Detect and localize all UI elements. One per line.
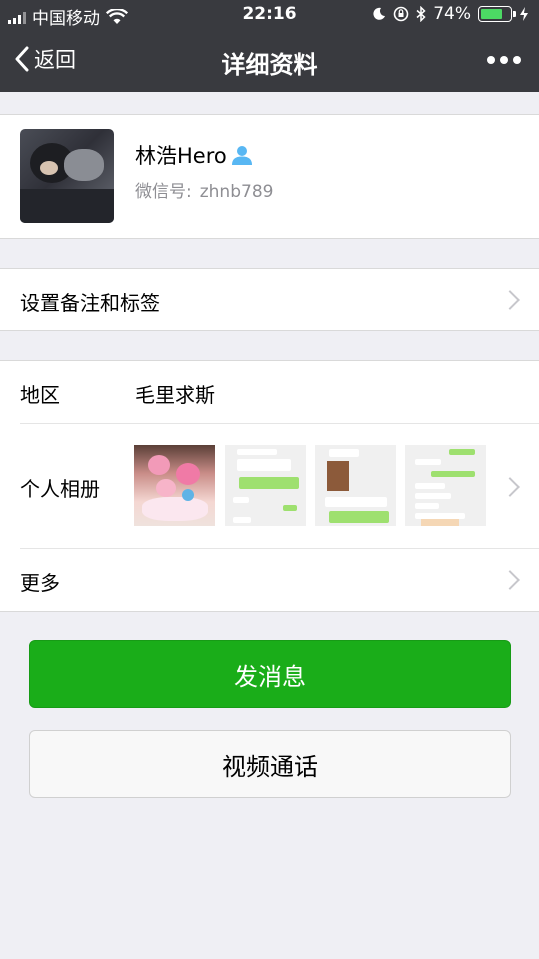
region-label: 地区 — [20, 383, 60, 407]
album-thumbnail[interactable] — [315, 445, 396, 526]
battery-icon — [478, 6, 516, 22]
album-thumbnail[interactable] — [225, 445, 306, 526]
status-right: 74% — [372, 4, 529, 24]
wechat-id: 微信号: zhnb789 — [135, 177, 273, 202]
moon-icon — [373, 7, 386, 20]
send-message-button[interactable]: 发消息 — [29, 640, 511, 708]
profile-name: 林浩Hero — [135, 144, 227, 168]
status-bar: 中国移动 22:16 74% — [0, 0, 539, 30]
bluetooth-icon — [416, 6, 426, 22]
more-icon[interactable] — [487, 56, 521, 64]
album-thumbnail[interactable] — [405, 445, 486, 526]
page-title: 详细资料 — [221, 51, 318, 79]
remark-row[interactable]: 设置备注和标签 — [0, 268, 539, 331]
remark-label: 设置备注和标签 — [20, 291, 160, 315]
profile-name-row: 林浩Hero — [135, 140, 253, 170]
orientation-lock-icon — [393, 6, 409, 22]
chevron-right-icon — [500, 477, 520, 497]
chevron-right-icon — [500, 290, 520, 310]
battery-percent: 74% — [433, 4, 471, 24]
avatar[interactable] — [20, 129, 114, 223]
chevron-right-icon — [500, 570, 520, 590]
male-icon — [231, 146, 252, 165]
album-thumbnail[interactable] — [134, 445, 215, 526]
more-label: 更多 — [20, 571, 60, 595]
send-message-label: 发消息 — [234, 662, 306, 691]
charging-icon — [520, 7, 528, 21]
video-call-button[interactable]: 视频通话 — [29, 730, 511, 798]
nav-bar: 返回 详细资料 — [0, 30, 539, 92]
wechat-id-label: 微信号: — [135, 182, 192, 202]
video-call-label: 视频通话 — [222, 752, 318, 781]
more-row[interactable]: 更多 — [0, 549, 539, 612]
album-label: 个人相册 — [20, 477, 100, 501]
region-value: 毛里求斯 — [135, 383, 215, 407]
wechat-id-value: zhnb789 — [199, 182, 274, 202]
